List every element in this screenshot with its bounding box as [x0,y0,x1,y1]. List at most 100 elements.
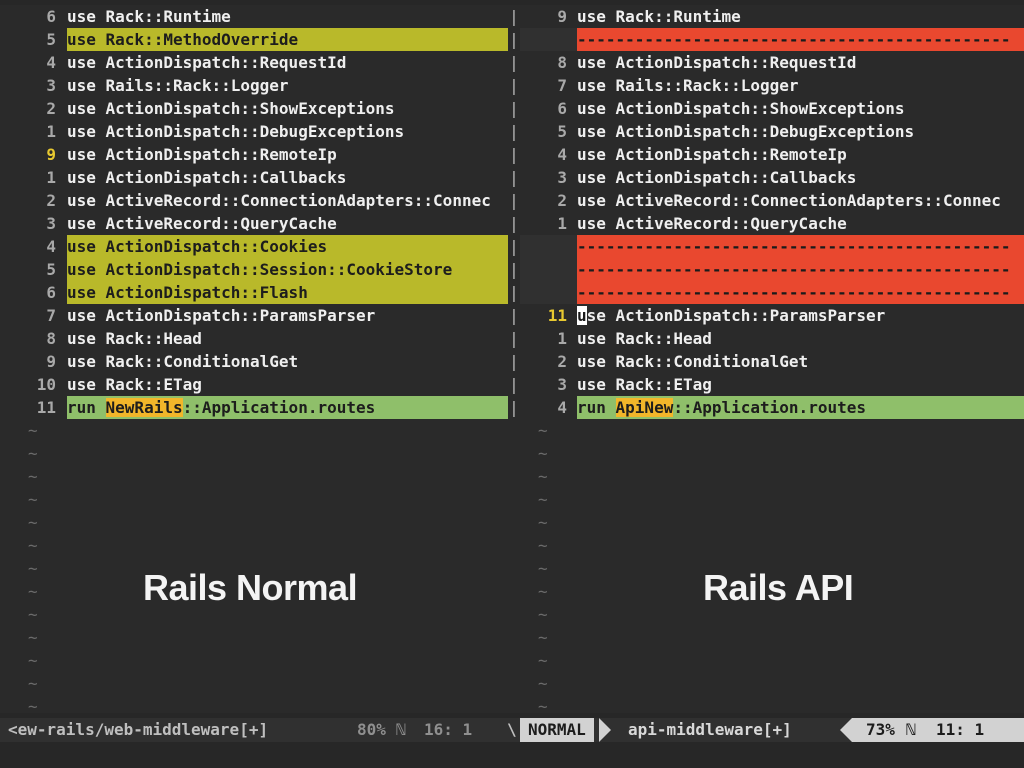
code-line[interactable]: 3 use Rails::Rack::Logger [0,74,508,97]
code-text[interactable]: use ActionDispatch::Callbacks [67,166,508,189]
code-line[interactable]: 2 use ActiveRecord::ConnectionAdapters::C… [0,189,508,212]
line-number: 2 [46,99,56,118]
empty-line-tilde: ~ [538,582,548,601]
line-number: 5 [46,30,56,49]
code-text[interactable]: use ActionDispatch::RequestId [577,51,1024,74]
code-line[interactable]: ----------------------------------------… [520,28,1024,51]
left-status-col: 1 [462,720,473,739]
code-text[interactable]: use ActionDispatch::ShowExceptions [67,97,508,120]
code-text[interactable]: ----------------------------------------… [577,281,1024,304]
highlighted-word: ApiNew [615,398,674,417]
code-line[interactable]: 5 use ActionDispatch::DebugExceptions [520,120,1024,143]
left-editor-pane[interactable]: 6 use Rack::Runtime5 use Rack::MethodOverr… [0,5,508,713]
vertical-split-separator[interactable]: | | | | | | | | | | | | | | | | | | [508,5,520,713]
code-text[interactable]: use Rack::Head [67,327,508,350]
left-status-filename[interactable]: <ew-rails/web-middleware[+] [8,718,268,742]
code-line[interactable]: 2 use Rack::ConditionalGet [520,350,1024,373]
code-line[interactable]: 5 use ActionDispatch::Session::CookieStor… [0,258,508,281]
code-line[interactable]: 3 use ActionDispatch::Callbacks [520,166,1024,189]
code-text[interactable]: use Rack::MethodOverride [67,28,508,51]
code-text[interactable]: use ActiveRecord::QueryCache [67,212,508,235]
code-line[interactable]: 4 use ActionDispatch::RemoteIp [520,143,1024,166]
code-line[interactable]: 1 use Rack::Head [520,327,1024,350]
code-text[interactable]: use Rack::ConditionalGet [577,350,1024,373]
code-line[interactable]: 8 use Rack::Head [0,327,508,350]
code-line[interactable]: 1 use ActionDispatch::DebugExceptions [0,120,508,143]
code-text[interactable]: use ActionDispatch::RemoteIp [577,143,1024,166]
code-text[interactable]: use ActionDispatch::Session::CookieStore [67,258,508,281]
right-status-percent: 73% [866,720,895,739]
code-text[interactable]: ----------------------------------------… [577,28,1024,51]
separator-bar: | [509,283,519,302]
code-line[interactable]: ----------------------------------------… [520,258,1024,281]
code-text[interactable]: use Rack::ConditionalGet [67,350,508,373]
code-text[interactable]: ----------------------------------------… [577,258,1024,281]
code-text[interactable]: use Rack::ETag [67,373,508,396]
code-text[interactable]: use ActionDispatch::Cookies [67,235,508,258]
mode-arrow-icon [599,718,611,742]
code-line[interactable]: 10 use Rack::ETag [0,373,508,396]
code-line[interactable]: 5 use Rack::MethodOverride [0,28,508,51]
line-number: 1 [46,122,56,141]
code-line[interactable]: ----------------------------------------… [520,281,1024,304]
separator-bar: | [509,214,519,233]
code-text[interactable]: use ActionDispatch::Callbacks [577,166,1024,189]
code-line[interactable]: 1 use ActionDispatch::Callbacks [0,166,508,189]
line-number: 8 [46,329,56,348]
code-line[interactable]: 9 use Rack::ConditionalGet [0,350,508,373]
code-text[interactable]: use ActionDispatch::Flash [67,281,508,304]
code-text[interactable]: ----------------------------------------… [577,235,1024,258]
empty-line-tilde: ~ [28,467,38,486]
code-line[interactable]: 8 use ActionDispatch::RequestId [520,51,1024,74]
code-line[interactable]: 7 use ActionDispatch::ParamsParser [0,304,508,327]
empty-line-tilde: ~ [28,536,38,555]
code-line[interactable]: 7 use Rails::Rack::Logger [520,74,1024,97]
empty-line-tilde: ~ [538,536,548,555]
code-text[interactable]: use ActionDispatch::RemoteIp [67,143,508,166]
code-line[interactable]: ----------------------------------------… [520,235,1024,258]
code-text[interactable]: use ActionDispatch::RequestId [67,51,508,74]
code-line[interactable]: 2 use ActiveRecord::ConnectionAdapters::C… [520,189,1024,212]
code-line[interactable]: 6 use ActionDispatch::Flash [0,281,508,304]
code-text[interactable]: use Rack::ETag [577,373,1024,396]
code-text[interactable]: use ActiveRecord::ConnectionAdapters::Co… [67,189,508,212]
code-line[interactable]: 3 use Rack::ETag [520,373,1024,396]
code-text[interactable]: use ActiveRecord::QueryCache [577,212,1024,235]
code-line[interactable]: 6 use Rack::Runtime [0,5,508,28]
separator-bar: | [509,122,519,141]
code-text[interactable]: run ApiNew::Application.routes [577,396,1024,419]
code-text[interactable]: use ActiveRecord::ConnectionAdapters::Co… [577,189,1024,212]
code-line[interactable]: 4 use ActionDispatch::Cookies [0,235,508,258]
code-line[interactable]: 2 use ActionDispatch::ShowExceptions [0,97,508,120]
line-number: 5 [46,260,56,279]
code-line[interactable]: 9 use ActionDispatch::RemoteIp [0,143,508,166]
code-text[interactable]: use Rack::Runtime [67,5,508,28]
code-text[interactable]: use ActionDispatch::ParamsParser [67,304,508,327]
right-editor-pane[interactable]: 9 use Rack::Runtime ----------------------… [520,5,1024,713]
code-line[interactable]: 3 use ActiveRecord::QueryCache [0,212,508,235]
code-line[interactable]: 9 use Rack::Runtime [520,5,1024,28]
line-number: 6 [557,99,567,118]
line-number: 6 [46,7,56,26]
left-status-position: 16: 1 [424,718,472,742]
code-text[interactable]: use Rails::Rack::Logger [67,74,508,97]
code-text[interactable]: use ActionDispatch::DebugExceptions [67,120,508,143]
code-text[interactable]: use Rack::Runtime [577,5,1024,28]
code-line[interactable]: 4 use ActionDispatch::RequestId [0,51,508,74]
code-text[interactable]: use ActionDispatch::ShowExceptions [577,97,1024,120]
code-line[interactable]: 11 use ActionDispatch::ParamsParser [520,304,1024,327]
code-text[interactable]: run NewRails::Application.routes [67,396,508,419]
command-line[interactable] [0,742,1024,768]
code-line[interactable]: 11 run NewRails::Application.routes [0,396,508,419]
code-text[interactable]: use Rails::Rack::Logger [577,74,1024,97]
right-status-filename[interactable]: api-middleware[+] [628,718,792,742]
code-text[interactable]: use Rack::Head [577,327,1024,350]
line-number: 1 [557,214,567,233]
code-text[interactable]: use ActionDispatch::ParamsParser [577,304,1024,327]
code-line[interactable]: 4 run ApiNew::Application.routes [520,396,1024,419]
code-text[interactable]: use ActionDispatch::DebugExceptions [577,120,1024,143]
filler-gutter [520,281,577,304]
code-line[interactable]: 1 use ActiveRecord::QueryCache [520,212,1024,235]
code-line[interactable]: 6 use ActionDispatch::ShowExceptions [520,97,1024,120]
line-number: 4 [557,398,567,417]
